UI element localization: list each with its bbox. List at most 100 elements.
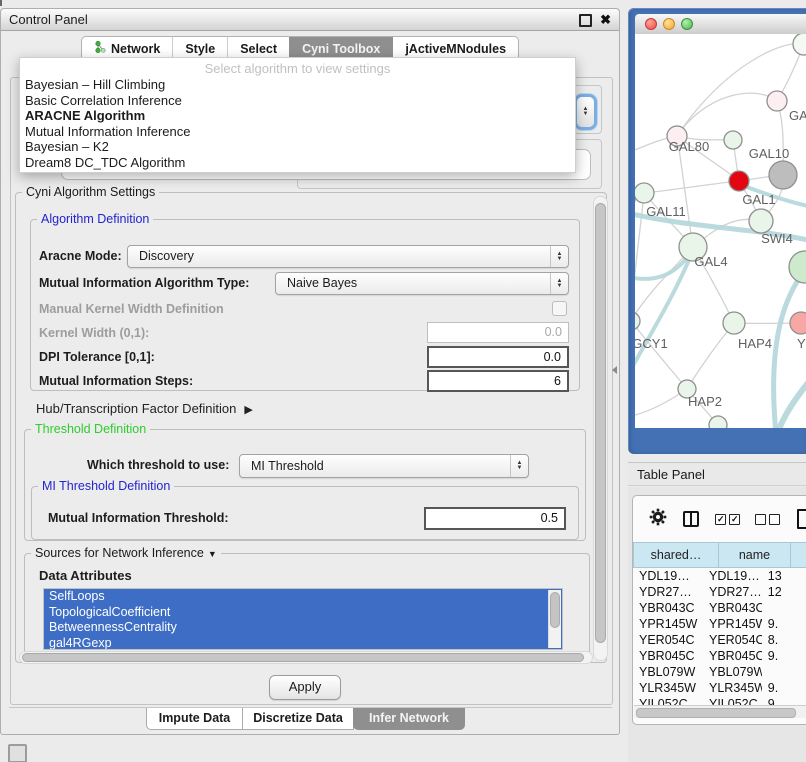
table-row[interactable]: YDR27…YDR27…12 [633,584,806,600]
float-window-icon[interactable] [579,14,592,27]
docked-window-icon[interactable] [8,744,27,762]
attribute-item-betweennesscentrality[interactable]: BetweennessCentrality [44,620,562,636]
mi-steps-field[interactable]: 6 [427,370,569,392]
mi-threshold-title: MI Threshold Definition [38,479,174,493]
network-node[interactable] [769,161,797,189]
network-node[interactable] [709,416,727,428]
network-node[interactable] [729,171,749,191]
document-icon[interactable] [797,509,806,529]
data-attributes-label: Data Attributes [39,568,132,583]
mi-threshold-label: Mutual Information Threshold: [48,511,229,525]
column-header-name[interactable]: name [719,542,791,568]
table-header-row: shared…nameA [633,542,806,568]
mac-close-icon[interactable] [645,18,657,30]
attributes-scrollbar[interactable] [548,590,561,648]
expanded-arrow-icon[interactable]: ▼ [208,549,217,559]
table-horizontal-scrollbar[interactable] [634,705,806,718]
table-cell: YBR043C [703,600,762,616]
combo-arrows-icon: ▲▼ [510,455,528,477]
aracne-mode-label: Aracne Mode: [39,249,122,263]
table-panel: ✓✓ shared…nameA YDL19…YDL19…13YDR27…YDR2… [628,487,806,762]
network-node[interactable] [723,312,745,334]
dpi-tolerance-field[interactable]: 0.0 [427,346,569,368]
network-node[interactable] [793,34,806,55]
mac-minimize-icon[interactable] [663,18,675,30]
split-view-icon[interactable] [683,511,699,527]
network-node[interactable] [790,312,806,334]
focused-spinner-icon[interactable]: ▲▼ [577,97,594,127]
table-row[interactable]: YLR345WYLR345W9. [633,680,806,696]
dropdown-item-bayesian-hill-climbing[interactable]: Bayesian – Hill Climbing [20,77,575,93]
column-header-shared[interactable]: shared… [633,542,719,568]
bottom-tab-impute-data[interactable]: Impute Data [146,708,243,730]
close-window-icon[interactable]: ✖ [600,15,611,25]
manual-kernel-checkbox [552,301,567,316]
table-cell: YDR27… [703,584,762,600]
algorithm-definition-group: Algorithm Definition Aracne Mode: Discov… [30,219,580,391]
node-table-container: ✓✓ shared…nameA YDL19…YDL19…13YDR27…YDR2… [632,495,806,725]
mi-threshold-field[interactable]: 0.5 [424,507,566,530]
apply-button[interactable]: Apply [269,675,341,700]
panel-divider-arrow-icon[interactable] [612,366,617,374]
table-cell: YBR045C [633,648,703,664]
network-view-window[interactable]: GALGAL80GAL10GAL1GAL11SWI4GAL4GCY1HAP4YH… [628,8,806,454]
mac-zoom-icon[interactable] [681,18,693,30]
node-label: GAL4 [694,254,727,269]
hub-definition-toggle[interactable]: Hub/Transcription Factor Definition▶ [36,401,253,416]
attribute-item-topologicalcoefficient[interactable]: TopologicalCoefficient [44,605,562,621]
table-row[interactable]: YIL052CYIL052C9 [633,696,806,705]
column-header-a[interactable]: A [791,542,806,568]
table-cell: YER054C [633,632,703,648]
threshold-definition-group: Threshold Definition Which threshold to … [24,429,586,541]
settings-horizontal-scrollbar[interactable] [19,651,593,664]
select-all-checkboxes-icon[interactable]: ✓✓ [715,514,740,525]
node-label: GCY1 [635,336,668,351]
table-row[interactable]: YPR145WYPR145W9. [633,616,806,632]
dropdown-item-aracne-algorithm[interactable]: ARACNE Algorithm [20,108,575,124]
table-panel-title: Table Panel [637,467,705,482]
table-row[interactable]: YER054CYER054C8. [633,632,806,648]
network-node[interactable] [789,251,806,283]
mi-type-select[interactable]: Naive Bayes ▲▼ [275,272,569,295]
network-node[interactable] [724,131,742,149]
table-row[interactable]: YBL079WYBL079W [633,664,806,680]
dropdown-item-basic-correlation-inference[interactable]: Basic Correlation Inference [20,93,575,109]
table-cell: 8. [762,632,806,648]
table-cell [762,600,806,616]
settings-vertical-scrollbar[interactable] [593,196,608,661]
combo-arrows-icon: ▲▼ [550,273,568,294]
aracne-mode-select[interactable]: Discovery ▲▼ [127,245,569,268]
bottom-tab-infer-network[interactable]: Infer Network [353,708,465,730]
dropdown-item-bayesian-k2[interactable]: Bayesian – K2 [20,139,575,155]
node-label: GAL80 [669,139,709,154]
network-edge-highlighted [777,372,806,428]
screen: Control Panel ✖ NetworkStyleSelectCyni T… [0,0,806,762]
table-row[interactable]: YBR043CYBR043C [633,600,806,616]
table-row[interactable]: YDL19…YDL19…13 [633,568,806,584]
dropdown-item-dream8-dc-tdc-algorithm[interactable]: Dream8 DC_TDC Algorithm [20,155,575,171]
collapsed-arrow-icon[interactable]: ▶ [244,404,252,416]
algorithm-definition-title: Algorithm Definition [37,212,153,226]
table-cell: YIL052C [703,696,762,705]
which-threshold-select[interactable]: MI Threshold ▲▼ [239,454,529,478]
network-node[interactable] [635,312,640,330]
table-rows: YDL19…YDL19…13YDR27…YDR27…12YBR043CYBR04… [633,568,806,705]
node-label: Y [797,336,806,351]
network-node[interactable] [767,91,787,111]
table-row[interactable]: YBR045CYBR045C9. [633,648,806,664]
deselect-all-checkboxes-icon[interactable] [755,514,780,525]
settings-gear-icon[interactable] [649,508,667,531]
network-icon [94,41,106,56]
network-window-titlebar[interactable] [635,14,806,35]
network-canvas[interactable]: GALGAL80GAL10GAL1GAL11SWI4GAL4GCY1HAP4YH… [635,34,806,428]
network-node[interactable] [635,183,654,203]
dropdown-item-mutual-information-inference[interactable]: Mutual Information Inference [20,124,575,140]
window-title: Control Panel [9,12,88,27]
table-cell: YER054C [703,632,762,648]
network-edge-highlighted [635,250,693,384]
bottom-tab-discretize-data[interactable]: Discretize Data [242,708,354,730]
attribute-item-selfloops[interactable]: SelfLoops [44,589,562,605]
network-node[interactable] [749,209,773,233]
attribute-item-gal4rgexp[interactable]: gal4RGexp [44,636,562,650]
network-edge [635,321,687,389]
